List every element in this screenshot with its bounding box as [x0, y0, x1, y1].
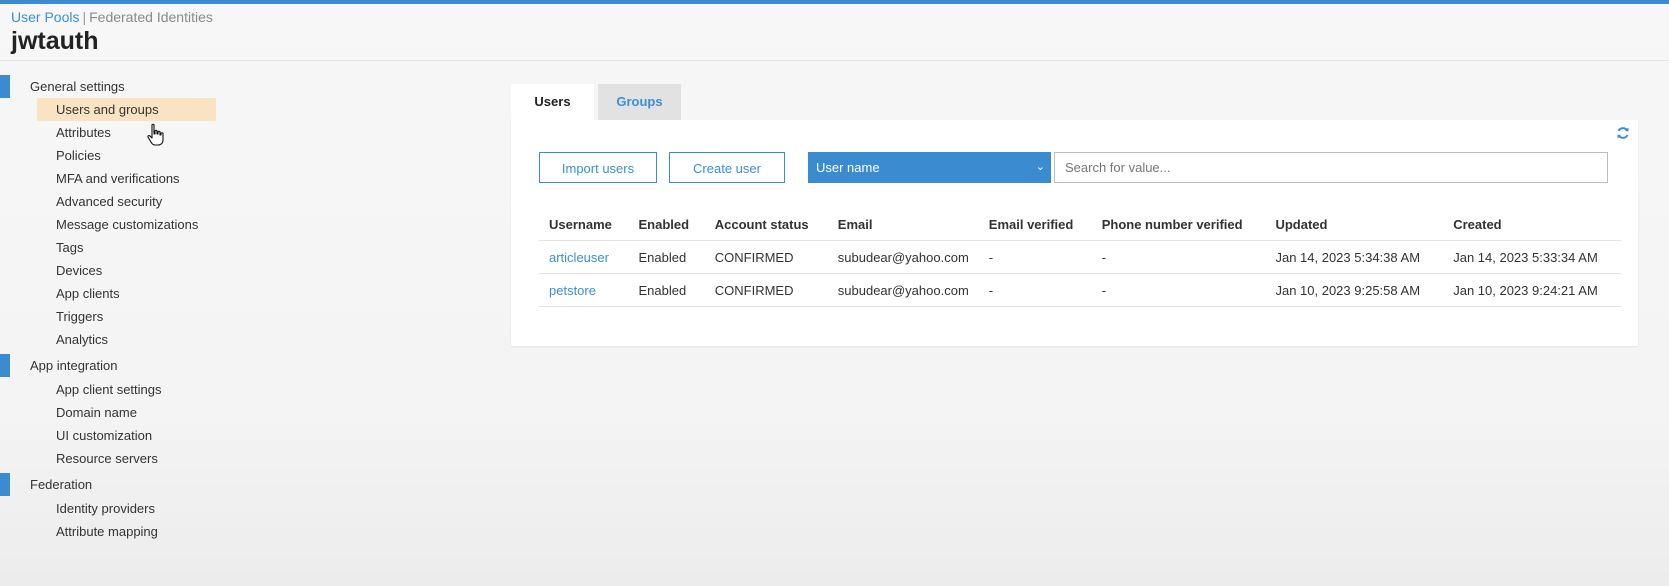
sidebar-item-advanced-security[interactable]: Advanced security: [37, 190, 216, 213]
sidebar-item-ui-customization[interactable]: UI customization: [37, 424, 216, 447]
sidebar-item-domain-name[interactable]: Domain name: [37, 401, 216, 424]
tab-groups[interactable]: Groups: [598, 84, 681, 120]
sidebar-item-resource-servers[interactable]: Resource servers: [37, 447, 216, 470]
sidebar-item-triggers[interactable]: Triggers: [37, 305, 216, 328]
search-attribute-select[interactable]: User name ⌄: [808, 152, 1051, 183]
sidebar-section-general[interactable]: General settings: [0, 72, 240, 98]
users-panel-body: Import users Create user User name ⌄ Use…: [511, 120, 1638, 346]
sidebar-item-attribute-mapping[interactable]: Attribute mapping: [37, 520, 216, 543]
sidebar-section-label: App integration: [30, 358, 118, 373]
column-header-phone-verified[interactable]: Phone number verified: [1091, 208, 1266, 241]
sidebar-item-identity-providers[interactable]: Identity providers: [37, 497, 216, 520]
search-input[interactable]: [1054, 152, 1608, 183]
updated-cell: Jan 10, 2023 9:25:58 AM: [1265, 273, 1444, 307]
sidebar-item-attributes[interactable]: Attributes: [37, 121, 216, 144]
refresh-icon[interactable]: [1616, 126, 1630, 140]
column-header-account-status[interactable]: Account status: [704, 208, 828, 241]
sidebar-item-app-clients[interactable]: App clients: [37, 282, 216, 305]
page-title: jwtauth: [11, 27, 99, 55]
section-marker: [0, 473, 10, 496]
federated-identities-link[interactable]: Federated Identities: [89, 9, 213, 25]
column-header-enabled[interactable]: Enabled: [628, 208, 705, 241]
sidebar-item-users-and-groups[interactable]: Users and groups: [37, 98, 216, 121]
account-status-cell: CONFIRMED: [704, 240, 828, 274]
username-link[interactable]: petstore: [539, 273, 629, 307]
created-cell: Jan 14, 2023 5:33:34 AM: [1443, 240, 1621, 274]
account-status-cell: CONFIRMED: [704, 273, 828, 307]
table-header-row: Username Enabled Account status Email Em…: [539, 208, 1621, 241]
sidebar-item-devices[interactable]: Devices: [37, 259, 216, 282]
chevron-down-icon: ⌄: [1035, 161, 1045, 173]
email-verified-cell: -: [978, 240, 1092, 274]
column-header-username[interactable]: Username: [539, 208, 629, 241]
enabled-cell: Enabled: [628, 273, 705, 307]
table-row[interactable]: articleuser Enabled CONFIRMED subudear@y…: [539, 240, 1621, 274]
sidebar-section-app-integration[interactable]: App integration: [0, 351, 240, 377]
sidebar-item-policies[interactable]: Policies: [37, 144, 216, 167]
sidebar-section-label: Federation: [30, 477, 93, 492]
table-row[interactable]: petstore Enabled CONFIRMED subudear@yaho…: [539, 273, 1621, 307]
user-pools-link[interactable]: User Pools: [11, 9, 79, 25]
phone-verified-cell: -: [1091, 273, 1266, 307]
email-cell: subudear@yahoo.com: [827, 240, 979, 274]
select-value: User name: [816, 160, 880, 175]
sidebar-item-analytics[interactable]: Analytics: [37, 328, 216, 351]
hand-pointer-icon: [147, 123, 164, 146]
email-cell: subudear@yahoo.com: [827, 273, 979, 307]
email-verified-cell: -: [978, 273, 1092, 307]
section-marker: [0, 75, 10, 98]
column-header-email-verified[interactable]: Email verified: [978, 208, 1092, 241]
column-header-email[interactable]: Email: [827, 208, 979, 241]
enabled-cell: Enabled: [628, 240, 705, 274]
column-header-created[interactable]: Created: [1443, 208, 1621, 241]
import-users-button[interactable]: Import users: [539, 152, 657, 183]
sidebar-section-label: General settings: [30, 79, 125, 94]
updated-cell: Jan 14, 2023 5:34:38 AM: [1265, 240, 1444, 274]
section-marker: [0, 354, 10, 377]
column-header-updated[interactable]: Updated: [1265, 208, 1444, 241]
create-user-button[interactable]: Create user: [669, 152, 785, 183]
username-link[interactable]: articleuser: [539, 240, 629, 274]
sidebar-item-tags[interactable]: Tags: [37, 236, 216, 259]
sidebar-item-mfa[interactable]: MFA and verifications: [37, 167, 216, 190]
top-accent-bar: [0, 0, 1669, 4]
breadcrumb-separator: |: [82, 9, 87, 25]
sidebar-section-federation[interactable]: Federation: [0, 470, 240, 496]
breadcrumb: User Pools | Federated Identities: [11, 9, 213, 25]
users-table: Username Enabled Account status Email Em…: [539, 208, 1621, 307]
sidebar-item-app-client-settings[interactable]: App client settings: [37, 378, 216, 401]
created-cell: Jan 10, 2023 9:24:21 AM: [1443, 273, 1621, 307]
tab-users[interactable]: Users: [511, 84, 594, 120]
sidebar-item-message-customizations[interactable]: Message customizations: [37, 213, 216, 236]
phone-verified-cell: -: [1091, 240, 1266, 274]
header-divider: [0, 60, 1669, 61]
